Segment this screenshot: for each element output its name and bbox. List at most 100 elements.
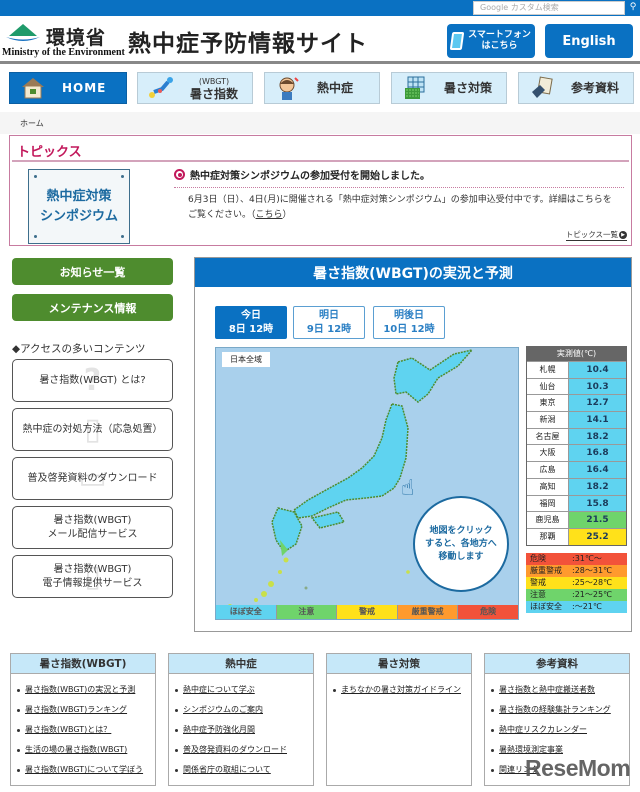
footer-link[interactable]: 暑さ指数(WBGT)とは？ [25,720,111,740]
footer-link[interactable]: 熱中症予防強化月間 [183,720,255,740]
nav-heat-measures[interactable]: 暑さ対策 [391,72,507,104]
observed-row: 仙台 10.3 [527,377,626,395]
maintenance-button[interactable]: メンテナンス情報 [12,294,173,321]
list-item: まちなかの暑さ対策ガイドライン [333,680,471,700]
topic-body-end: ） [282,210,292,220]
nav-wbgt[interactable]: (WBGT) 暑さ指数 [137,72,253,104]
ministry-logo[interactable]: 環境省 Ministry of the Environment [2,20,125,60]
footer-link[interactable]: 暑さ指数の経験集計ランキング [499,700,611,720]
footer-link[interactable]: 暑さ指数(WBGT)ランキング [25,700,127,720]
observed-city: 新潟 [527,412,569,428]
footer-link[interactable]: まちなかの暑さ対策ガイドライン [341,680,461,700]
observed-city: 札幌 [527,362,569,378]
hint-line-3: 移動します [438,551,484,562]
smartphone-button[interactable]: スマートフォン はこちら [447,24,535,58]
japan-wbgt-map[interactable]: 日本全域 ☝ 地図をクリック すると、各地方へ 移動します ほぼ安全 注意 警戒 厳重警戒… [215,347,519,620]
list-item: 関係省庁の取組について [175,760,313,780]
legend-item: 注意 [275,605,337,619]
legend-item: 危険 [457,605,518,619]
hint-line-2: すると、各地方へ [425,538,497,549]
footer-link[interactable]: 熱中症について学ぶ [183,680,255,700]
tab-tomorrow[interactable]: 明日 9日 12時 [293,306,365,339]
scale-row: 警戒:25～28℃ [526,577,627,589]
observed-row: 東京 12.7 [527,394,626,412]
main-nav: HOME (WBGT) 暑さ指数 熱中症 暑さ対策 参考資料 [0,70,640,106]
footer-link[interactable]: 暑さ指数(WBGT)について学ぼう [25,760,143,780]
map-click-hint: 地図をクリック すると、各地方へ 移動します [413,496,509,592]
access-item-download[interactable]: ▭ 普及啓発資料のダウンロード [12,457,173,500]
footer-link[interactable]: 熱中症リスクカレンダー [499,720,587,740]
observed-city: 仙台 [527,378,569,395]
scale-label: 危険 [530,554,546,563]
list-item: 暑さ指数(WBGT)について学ぼう [17,760,155,780]
legend-item: ほぼ安全 [216,605,276,619]
search-icon: ⚲ [629,2,637,12]
tab-today[interactable]: 今日 8日 12時 [215,306,287,339]
observed-value: 10.4 [569,362,626,378]
list-item: 暑さ指数と熱中症搬送者数 [491,680,629,700]
observed-value: 16.4 [569,462,626,478]
footer-link[interactable]: 暑さ指数(WBGT)の実況と予測 [25,680,135,700]
access-item-sublabel: メール配信サービス [47,528,138,540]
footer-link[interactable]: シンポジウムのご案内 [183,700,263,720]
observed-value: 25.2 [569,528,626,545]
observed-value: 21.5 [569,512,626,528]
observed-row: 広島 16.4 [527,461,626,478]
footer-link[interactable]: 普及啓発資料のダウンロード [183,740,287,760]
nav-references-label: 参考資料 [571,81,620,95]
topic-detail-link[interactable]: こちら [256,210,283,220]
topics-panel: トピックス 熱中症対策 シンポジウム 熱中症対策シンポジウムの参加受付を開始しまし… [9,135,632,246]
observed-city: 那覇 [527,528,569,545]
tab-time: 9日 12時 [306,324,352,335]
topic-headline[interactable]: 熱中症対策シンポジウムの参加受付を開始しました。 [174,167,624,188]
arrow-right-icon: ▶ [619,230,627,239]
access-item-first-aid[interactable]: ▯ 熱中症の対処方法（応急処置） [12,408,173,451]
list-item: 暑さ指数の経験集計ランキング [491,700,629,720]
observed-row: 札幌 10.4 [527,361,626,378]
scale-range: :31℃～ [572,554,602,563]
footer-link[interactable]: 暑さ指数と熱中症搬送者数 [499,680,595,700]
list-item: 普及啓発資料のダウンロード [175,740,313,760]
legend-item: 警戒 [336,605,397,619]
footer-link[interactable]: 関係省庁の取組について [183,760,271,780]
observed-city: 名古屋 [527,428,569,445]
footer-link[interactable]: 生活の場の暑さ指数(WBGT) [25,740,127,760]
watermark: ReseMom [525,755,631,781]
access-item-sublabel: 電子情報提供サービス [42,577,143,589]
observed-row: 那覇 25.2 [527,527,626,545]
access-item-wbgt-about[interactable]: ? 暑さ指数(WBGT) とは? [12,359,173,402]
banner-text-1: 熱中症対策 [46,188,112,204]
observed-city: 大阪 [527,445,569,462]
nav-references[interactable]: 参考資料 [518,72,634,104]
observed-value: 16.8 [569,445,626,462]
search-input[interactable]: Google カスタム検索 [473,1,625,15]
tab-day-after[interactable]: 明後日 10日 12時 [373,306,445,339]
scale-row: ほぼ安全:～21℃ [526,601,627,613]
nav-home[interactable]: HOME [9,72,127,104]
list-item: 熱中症予防強化月間 [175,720,313,740]
english-button[interactable]: English [545,24,633,58]
footer-col-title: 暑さ指数(WBGT) [11,654,155,674]
topic-body: 6月3日（日）、4日(月)に開催される「熱中症対策シンポジウム」の参加申込受付中… [188,193,620,223]
nav-home-label: HOME [62,81,107,95]
list-item: 暑さ指数(WBGT)ランキング [17,700,155,720]
scale-row: 注意:21～25℃ [526,589,627,601]
search-button[interactable]: ⚲ [626,1,640,15]
access-item-label: 暑さ指数(WBGT) とは? [39,374,146,386]
scale-label: 厳重警戒 [530,566,562,575]
wbgt-title: 暑さ指数(WBGT)の実況と予測 [195,258,631,287]
topics-list-link[interactable]: トピックス一覧 ▶ [565,229,627,241]
legend-item: 厳重警戒 [396,605,458,619]
access-item-data-service[interactable]: ▯ 暑さ指数(WBGT) 電子情報提供サービス [12,555,173,598]
observed-city: 鹿児島 [527,512,569,528]
observed-value: 18.2 [569,428,626,445]
breadcrumb-home[interactable]: ホーム [20,118,44,129]
nav-heatstroke[interactable]: 熱中症 [264,72,380,104]
tab-day: 明日 [319,310,339,321]
news-list-button[interactable]: お知らせ一覧 [12,258,173,285]
hint-line-1: 地図をクリック [429,525,493,536]
risk-scale: 危険:31℃～ 厳重警戒:28～31℃ 警戒:25～28℃ 注意:21～25℃ ほぼ安全… [526,553,627,613]
symposium-banner[interactable]: 熱中症対策 シンポジウム [28,169,130,244]
access-item-mail-service[interactable]: 暑さ指数(WBGT) メール配信サービス [12,506,173,549]
footer-link-list: 暑さ指数(WBGT)の実況と予測 暑さ指数(WBGT)ランキング 暑さ指数(WBGT… [11,674,155,780]
